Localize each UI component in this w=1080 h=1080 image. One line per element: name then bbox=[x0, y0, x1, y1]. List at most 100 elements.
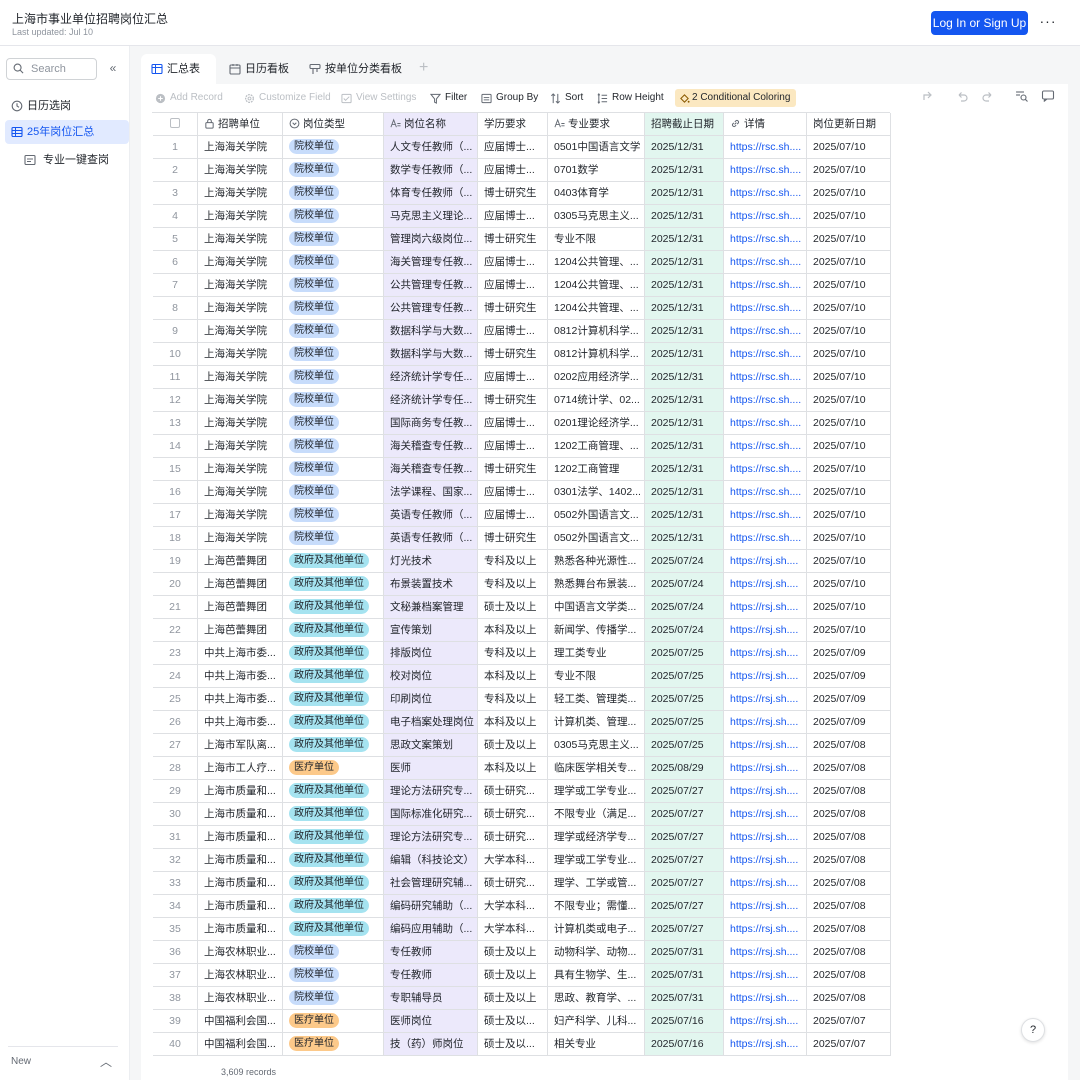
cell-unit[interactable]: 上海海关学院 bbox=[198, 343, 283, 365]
cell-type[interactable]: 院校单位 bbox=[283, 159, 384, 181]
table-row[interactable]: 12 上海海关学院 院校单位 经济统计学专任... 博士研究生 0714统计学、02...… bbox=[153, 389, 891, 412]
cell-position[interactable]: 思政文案策划 bbox=[384, 734, 478, 756]
cell-major[interactable]: 0502外国语言文... bbox=[548, 504, 645, 526]
cell-updated[interactable]: 2025/07/10 bbox=[807, 504, 891, 526]
cell-updated[interactable]: 2025/07/09 bbox=[807, 688, 891, 710]
cell-unit[interactable]: 上海市质量和... bbox=[198, 918, 283, 940]
cell-details-link[interactable]: https://rsj.sh.... bbox=[724, 734, 807, 756]
tab-summary-table[interactable]: 汇总表 bbox=[141, 54, 216, 84]
cell-updated[interactable]: 2025/07/07 bbox=[807, 1010, 891, 1032]
cell-deadline[interactable]: 2025/07/25 bbox=[645, 642, 724, 664]
cell-position[interactable]: 国际标准化研究... bbox=[384, 803, 478, 825]
cell-type[interactable]: 院校单位 bbox=[283, 389, 384, 411]
cell-education[interactable]: 硕士研究... bbox=[478, 826, 548, 848]
cell-type[interactable]: 院校单位 bbox=[283, 136, 384, 158]
cell-education[interactable]: 大学本科... bbox=[478, 895, 548, 917]
table-row[interactable]: 25 中共上海市委... 政府及其他单位 印刷岗位 专科及以上 轻工类、管理类... 202… bbox=[153, 688, 891, 711]
cell-unit[interactable]: 上海海关学院 bbox=[198, 297, 283, 319]
cell-position[interactable]: 经济统计学专任... bbox=[384, 389, 478, 411]
cell-details-link[interactable]: https://rsc.sh.... bbox=[724, 343, 807, 365]
cell-updated[interactable]: 2025/07/10 bbox=[807, 619, 891, 641]
cell-deadline[interactable]: 2025/12/31 bbox=[645, 136, 724, 158]
cell-details-link[interactable]: https://rsj.sh.... bbox=[724, 688, 807, 710]
cell-unit[interactable]: 上海海关学院 bbox=[198, 182, 283, 204]
cell-unit[interactable]: 上海市质量和... bbox=[198, 872, 283, 894]
cell-updated[interactable]: 2025/07/10 bbox=[807, 550, 891, 572]
row-number[interactable]: 35 bbox=[153, 918, 198, 940]
cell-details-link[interactable]: https://rsj.sh.... bbox=[724, 665, 807, 687]
cell-major[interactable]: 0701数学 bbox=[548, 159, 645, 181]
cell-position[interactable]: 英语专任教师（... bbox=[384, 504, 478, 526]
sidebar-item-calendar-pick[interactable]: 日历选岗 bbox=[5, 94, 129, 118]
tab-unit-kanban[interactable]: 按单位分类看板 bbox=[299, 54, 414, 84]
cell-major[interactable]: 0201理论经济学... bbox=[548, 412, 645, 434]
cell-position[interactable]: 医师岗位 bbox=[384, 1010, 478, 1032]
cell-unit[interactable]: 上海海关学院 bbox=[198, 389, 283, 411]
column-header-deadline[interactable]: 招聘截止日期 bbox=[645, 113, 724, 135]
row-number[interactable]: 3 bbox=[153, 182, 198, 204]
cell-position[interactable]: 国际商务专任教... bbox=[384, 412, 478, 434]
cell-updated[interactable]: 2025/07/10 bbox=[807, 343, 891, 365]
cell-major[interactable]: 动物科学、动物... bbox=[548, 941, 645, 963]
cell-education[interactable]: 专科及以上 bbox=[478, 688, 548, 710]
cell-details-link[interactable]: https://rsc.sh.... bbox=[724, 297, 807, 319]
cell-deadline[interactable]: 2025/07/25 bbox=[645, 734, 724, 756]
comment-icon[interactable] bbox=[1041, 89, 1055, 103]
cell-major[interactable]: 0202应用经济学... bbox=[548, 366, 645, 388]
row-number[interactable]: 28 bbox=[153, 757, 198, 779]
cell-position[interactable]: 海关管理专任教... bbox=[384, 251, 478, 273]
cell-position[interactable]: 理论方法研究专... bbox=[384, 780, 478, 802]
row-number[interactable]: 34 bbox=[153, 895, 198, 917]
cell-unit[interactable]: 上海海关学院 bbox=[198, 159, 283, 181]
cell-type[interactable]: 医疗单位 bbox=[283, 1010, 384, 1032]
table-row[interactable]: 16 上海海关学院 院校单位 法学课程、国家... 应届博士... 0301法学、1402… bbox=[153, 481, 891, 504]
cell-type[interactable]: 政府及其他单位 bbox=[283, 872, 384, 894]
cell-education[interactable]: 应届博士... bbox=[478, 274, 548, 296]
cell-position[interactable]: 编辑（科技论文） bbox=[384, 849, 478, 871]
table-row[interactable]: 11 上海海关学院 院校单位 经济统计学专任... 应届博士... 0202应用经济学..… bbox=[153, 366, 891, 389]
cell-deadline[interactable]: 2025/08/29 bbox=[645, 757, 724, 779]
cell-position[interactable]: 公共管理专任教... bbox=[384, 274, 478, 296]
table-row[interactable]: 4 上海海关学院 院校单位 马克思主义理论... 应届博士... 0305马克思主义...… bbox=[153, 205, 891, 228]
cell-position[interactable]: 宣传策划 bbox=[384, 619, 478, 641]
cell-updated[interactable]: 2025/07/10 bbox=[807, 573, 891, 595]
cell-updated[interactable]: 2025/07/08 bbox=[807, 734, 891, 756]
table-row[interactable]: 3 上海海关学院 院校单位 体育专任教师（... 博士研究生 0403体育学 2025/12… bbox=[153, 182, 891, 205]
cell-deadline[interactable]: 2025/12/31 bbox=[645, 297, 724, 319]
more-options-icon[interactable]: ··· bbox=[1038, 11, 1058, 35]
cell-details-link[interactable]: https://rsc.sh.... bbox=[724, 320, 807, 342]
row-number[interactable]: 39 bbox=[153, 1010, 198, 1032]
cell-position[interactable]: 数据科学与大数... bbox=[384, 343, 478, 365]
cell-unit[interactable]: 上海海关学院 bbox=[198, 412, 283, 434]
cell-type[interactable]: 院校单位 bbox=[283, 481, 384, 503]
conditional-coloring-button[interactable]: 2 Conditional Coloring bbox=[675, 89, 797, 107]
cell-education[interactable]: 应届博士... bbox=[478, 412, 548, 434]
cell-updated[interactable]: 2025/07/08 bbox=[807, 780, 891, 802]
cell-updated[interactable]: 2025/07/10 bbox=[807, 251, 891, 273]
cell-type[interactable]: 院校单位 bbox=[283, 320, 384, 342]
cell-updated[interactable]: 2025/07/08 bbox=[807, 964, 891, 986]
cell-deadline[interactable]: 2025/07/27 bbox=[645, 895, 724, 917]
table-row[interactable]: 10 上海海关学院 院校单位 数据科学与大数... 博士研究生 0812计算机科学... 2… bbox=[153, 343, 891, 366]
column-header-education[interactable]: 学历要求 bbox=[478, 113, 548, 135]
row-number[interactable]: 38 bbox=[153, 987, 198, 1009]
cell-details-link[interactable]: https://rsc.sh.... bbox=[724, 205, 807, 227]
table-row[interactable]: 2 上海海关学院 院校单位 数学专任教师（... 应届博士... 0701数学 2025/1… bbox=[153, 159, 891, 182]
cell-details-link[interactable]: https://rsj.sh.... bbox=[724, 780, 807, 802]
cell-major[interactable]: 0502外国语言文... bbox=[548, 527, 645, 549]
cell-unit[interactable]: 上海芭蕾舞团 bbox=[198, 573, 283, 595]
row-number[interactable]: 20 bbox=[153, 573, 198, 595]
cell-unit[interactable]: 中共上海市委... bbox=[198, 665, 283, 687]
cell-deadline[interactable]: 2025/12/31 bbox=[645, 435, 724, 457]
cell-updated[interactable]: 2025/07/10 bbox=[807, 481, 891, 503]
cell-unit[interactable]: 上海芭蕾舞团 bbox=[198, 596, 283, 618]
cell-details-link[interactable]: https://rsj.sh.... bbox=[724, 964, 807, 986]
cell-position[interactable]: 校对岗位 bbox=[384, 665, 478, 687]
cell-unit[interactable]: 上海海关学院 bbox=[198, 251, 283, 273]
cell-updated[interactable]: 2025/07/09 bbox=[807, 665, 891, 687]
cell-type[interactable]: 政府及其他单位 bbox=[283, 849, 384, 871]
row-number[interactable]: 31 bbox=[153, 826, 198, 848]
cell-deadline[interactable]: 2025/07/31 bbox=[645, 987, 724, 1009]
cell-position[interactable]: 数据科学与大数... bbox=[384, 320, 478, 342]
add-view-icon[interactable]: + bbox=[419, 60, 428, 76]
